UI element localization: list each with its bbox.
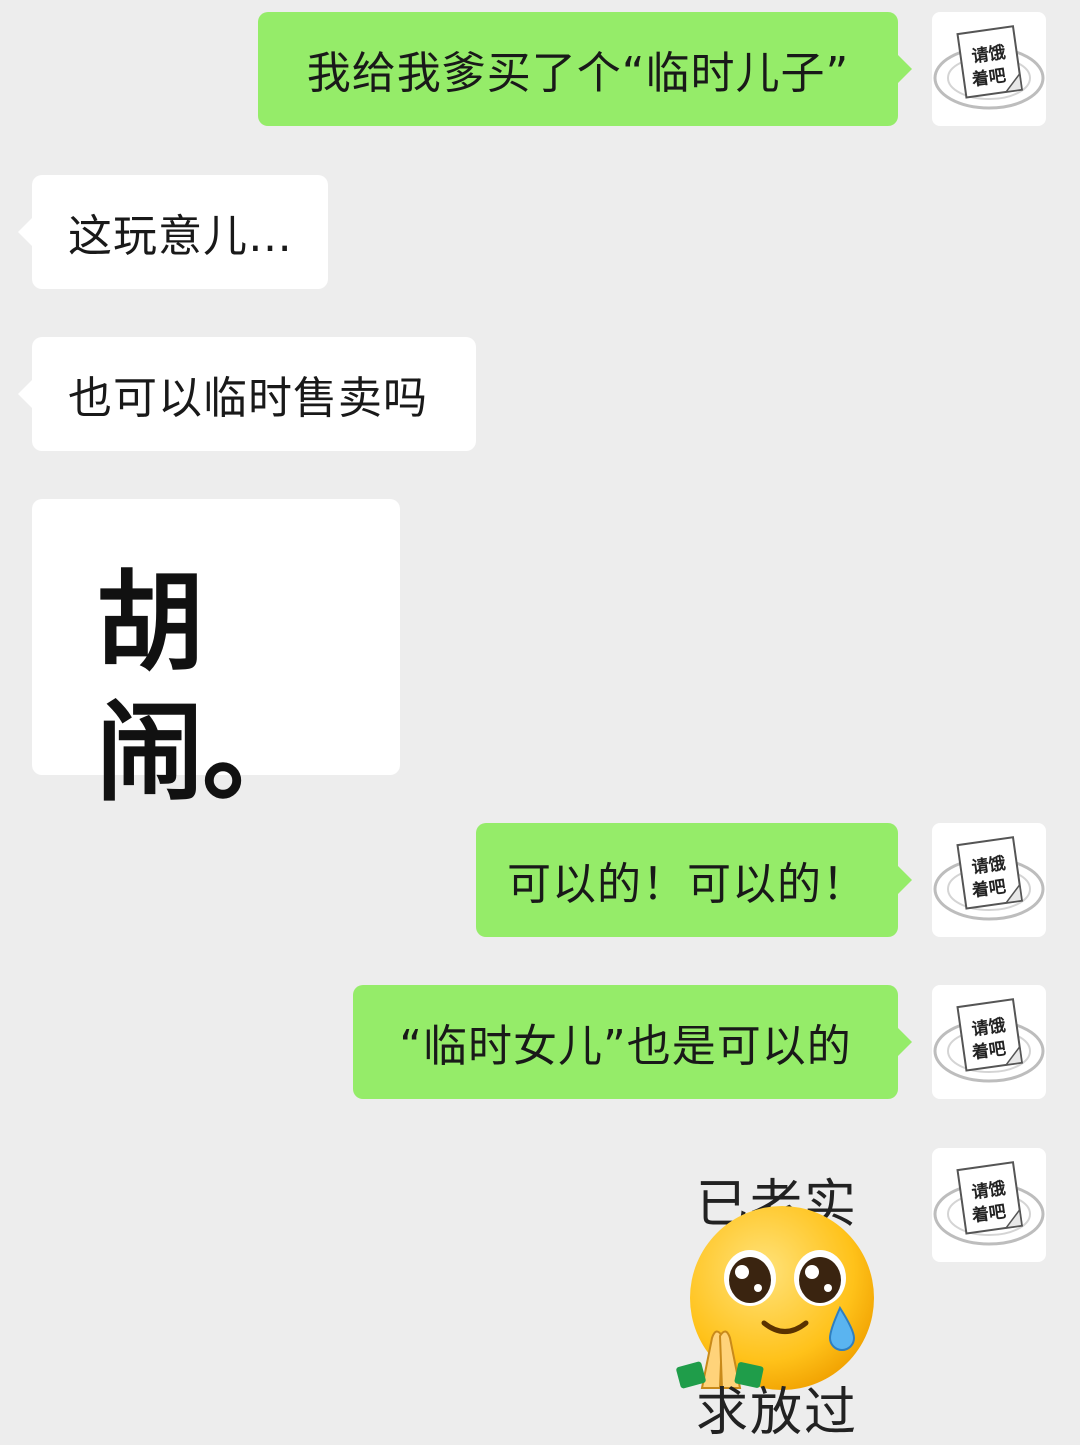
message-row-outgoing: 我给我爹买了个“临时儿子” 请饿 着吧 [0,12,1080,127]
message-text: 这玩意儿… [68,211,293,262]
message-row-outgoing: 已老实 求放过 请饿 着吧 [0,1148,1080,1443]
user-avatar[interactable]: 请饿 着吧 [932,985,1046,1099]
avatar-image-icon: 请饿 着吧 [932,985,1046,1099]
incoming-image-message[interactable]: 胡闹。 [32,499,400,816]
user-avatar[interactable]: 请饿 着吧 [932,823,1046,937]
avatar-image-icon: 请饿 着吧 [932,823,1046,937]
avatar-image-icon: 请饿 着吧 [932,12,1046,126]
big-text-sticker: 胡闹。 [96,561,310,816]
incoming-message-bubble[interactable]: 这玩意儿… [18,175,328,289]
message-row-outgoing: “临时女儿”也是可以的 请饿 着吧 [0,985,1080,1100]
crying-pleading-emoji-icon [676,1206,874,1390]
message-text: “临时女儿”也是可以的 [399,1021,852,1072]
outgoing-message-bubble[interactable]: “临时女儿”也是可以的 [353,985,912,1099]
sticker-message[interactable]: 已老实 求放过 [672,1148,882,1443]
message-row-incoming: 这玩意儿… [0,175,1080,289]
user-avatar[interactable]: 请饿 着吧 [932,12,1046,126]
message-row-outgoing: 可以的！可以的！ 请饿 着吧 [0,823,1080,937]
message-text: 也可以临时售卖吗 [68,373,428,424]
sticker-bottom-text: 求放过 [695,1383,858,1443]
outgoing-message-bubble[interactable]: 我给我爹买了个“临时儿子” [258,12,912,126]
message-text: 可以的！可以的！ [507,859,867,910]
message-text: 我给我爹买了个“临时儿子” [306,48,850,99]
outgoing-message-bubble[interactable]: 可以的！可以的！ [476,823,912,937]
user-avatar[interactable]: 请饿 着吧 [932,1148,1046,1262]
message-row-incoming: 也可以临时售卖吗 [0,337,1080,451]
incoming-message-bubble[interactable]: 也可以临时售卖吗 [18,337,476,451]
avatar-image-icon: 请饿 着吧 [932,1148,1046,1262]
message-row-incoming: 胡闹。 [0,499,1080,816]
